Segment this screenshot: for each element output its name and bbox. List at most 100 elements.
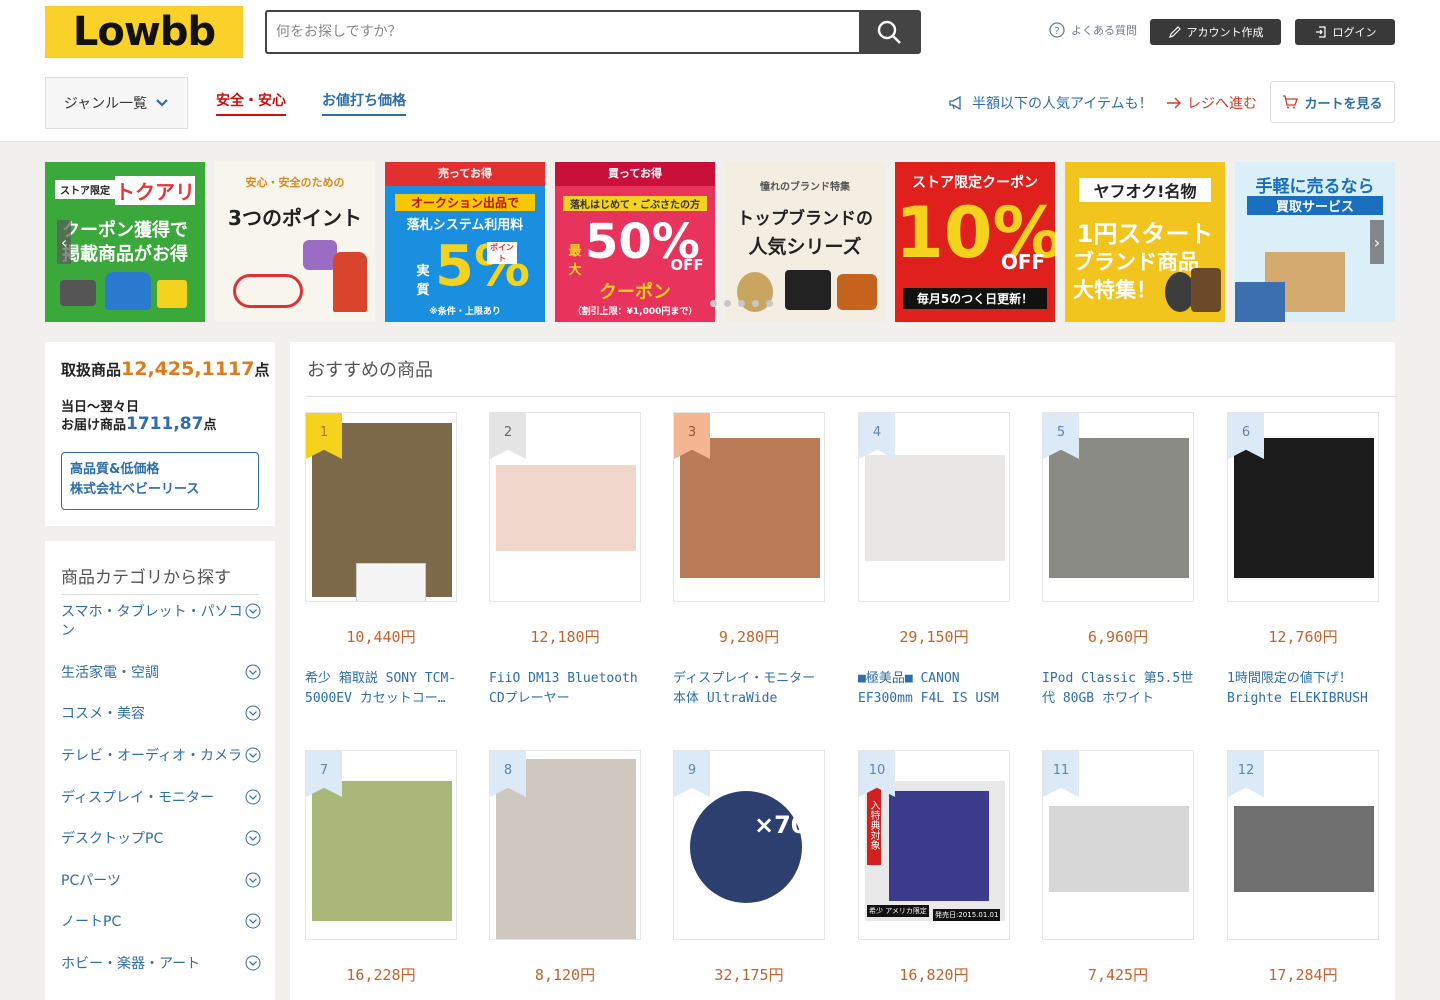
product-photo xyxy=(680,438,820,578)
purse-illustration xyxy=(303,240,337,270)
product-thumbnail[interactable]: 入特典対象 希少 アメリカ限定 発売日:2015.01.01 10 xyxy=(858,750,1010,940)
search-button[interactable] xyxy=(859,12,919,52)
faq-link[interactable]: ? よくある質問 xyxy=(1049,22,1137,38)
bag-illustration xyxy=(105,272,151,310)
product-card[interactable]: 4 29,150円 ■極美品■ CANON EF300mm F4L IS USM xyxy=(858,412,1010,706)
product-title[interactable]: FiiO DM13 Bluetooth CDプレーヤー xyxy=(489,669,641,709)
chevron-down-circle-icon xyxy=(245,705,261,721)
product-card[interactable]: 入特典対象 希少 アメリカ限定 発売日:2015.01.01 10 16,820円 xyxy=(858,750,1010,984)
banner-1yen-start[interactable]: ヤフオク!名物 1円スタート ブランド商品 大特集！ xyxy=(1065,162,1225,322)
product-price: 12,180円 xyxy=(530,628,600,646)
product-photo xyxy=(1049,806,1189,892)
category-item[interactable]: デスクトップPC xyxy=(61,830,261,849)
banner-sell-5pct[interactable]: 売ってお得 オークション出品で 落札システム利用料 実質 5% ポイント ※条件… xyxy=(385,162,545,322)
product-thumbnail[interactable]: 5 xyxy=(1042,412,1194,602)
banner-10pct-coupon[interactable]: ストア限定クーポン 10% OFF 毎月5のつく日更新！ xyxy=(895,162,1055,322)
category-item[interactable]: テレビ・オーディオ・カメラ xyxy=(61,747,261,766)
category-item[interactable]: ホビー・楽器・アート xyxy=(61,955,261,974)
category-item[interactable]: スマホ・タブレット・パソコン xyxy=(61,603,261,641)
category-item[interactable]: コスメ・美容 xyxy=(61,705,261,724)
product-thumbnail[interactable]: 3 xyxy=(673,412,825,602)
product-thumbnail[interactable]: 1 xyxy=(305,412,457,602)
category-item[interactable]: PCパーツ xyxy=(61,872,261,891)
category-label: ディスプレイ・モニター xyxy=(61,790,215,806)
nav-safety[interactable]: 安全・安心 xyxy=(216,90,286,116)
product-card[interactable]: 6 12,760円 1時間限定の値下げ！ Brighte ELEKIBRUSH xyxy=(1227,412,1379,706)
svg-text:?: ? xyxy=(1054,26,1059,37)
banner-top-brand[interactable]: 憧れのブランド特集 トップブランドの 人気シリーズ xyxy=(725,162,885,322)
banner-buy-50pct[interactable]: 買ってお得 落札はじめて・ごぶさたの方 最大 50% OFF クーポン （割引上… xyxy=(555,162,715,322)
register-link[interactable]: レジへ進む xyxy=(1166,93,1257,113)
category-item[interactable]: 生活家電・空調 xyxy=(61,664,261,683)
banner-safety-points[interactable]: 安心・安全のための 3つのポイント xyxy=(215,162,375,322)
product-thumbnail[interactable]: 6 xyxy=(1227,412,1379,602)
black-bag-illustration xyxy=(785,270,831,310)
recommend-section: おすすめの商品 1 10,440円希少 箱取説 SONY TCM-5000EV カ… xyxy=(290,342,1397,1000)
genre-dropdown[interactable]: ジャンル一覧 xyxy=(45,77,188,129)
product-title[interactable]: ディスプレイ・モニター本体 UltraWide xyxy=(673,669,825,709)
carousel-dot[interactable] xyxy=(752,300,759,307)
product-title[interactable]: 1時間限定の値下げ！ Brighte ELEKIBRUSH xyxy=(1227,669,1379,709)
category-item[interactable]: ディスプレイ・モニター xyxy=(61,789,261,808)
product-card[interactable]: 1 10,440円希少 箱取説 SONY TCM-5000EV カセットコーダー xyxy=(305,412,457,706)
section-heading: おすすめの商品 xyxy=(307,356,1397,397)
category-panel: 商品カテゴリから探す スマホ・タブレット・パソコン 生活家電・空調 コスメ・美容 テレ… xyxy=(45,541,275,1000)
product-card[interactable]: 5 6,960円 IPod Classic 第5.5世代 80GB ホワイト xyxy=(1042,412,1194,706)
product-thumbnail[interactable]: 2 xyxy=(489,412,641,602)
product-title[interactable]: IPod Classic 第5.5世代 80GB ホワイト xyxy=(1042,669,1194,709)
product-thumbnail[interactable]: 7 xyxy=(305,750,457,940)
product-card[interactable]: ×70 9 32,175円 xyxy=(673,750,825,984)
cart-button[interactable]: カートを見る xyxy=(1270,81,1395,123)
product-card[interactable]: 12 17,284円 xyxy=(1227,750,1379,984)
category-label: 生活家電・空調 xyxy=(61,665,159,681)
chevron-down-circle-icon xyxy=(245,664,261,680)
carousel-dot[interactable] xyxy=(766,300,773,307)
product-photo xyxy=(1234,806,1374,892)
delivery-products: お届け商品1711,87点 xyxy=(61,414,217,434)
category-item[interactable]: ノートPC xyxy=(61,913,261,932)
chevron-down-circle-icon xyxy=(245,872,261,888)
product-price: 10,440円 xyxy=(346,628,416,646)
product-card[interactable]: 8 8,120円 xyxy=(489,750,641,984)
badge-count: ×70 xyxy=(754,811,808,839)
carousel-next-button[interactable]: › xyxy=(1370,220,1384,264)
question-icon: ? xyxy=(1049,22,1065,38)
product-card[interactable]: 2 12,180円 FiiO DM13 Bluetooth CDプレーヤー xyxy=(489,412,641,706)
product-price: 29,150円 xyxy=(899,628,969,646)
product-thumbnail[interactable]: ×70 9 xyxy=(673,750,825,940)
clothes-illustration xyxy=(1235,282,1285,322)
megaphone-icon xyxy=(949,95,961,111)
product-price: 17,284円 xyxy=(1268,966,1338,984)
chevron-down-circle-icon xyxy=(245,789,261,805)
product-card[interactable]: 7 16,228円 xyxy=(305,750,457,984)
product-card[interactable]: 11 7,425円 xyxy=(1042,750,1194,984)
carousel-dot[interactable] xyxy=(738,300,745,307)
carousel-dot[interactable] xyxy=(710,300,717,307)
product-thumbnail[interactable]: 11 xyxy=(1042,750,1194,940)
nav-bargain[interactable]: お値打ち価格 xyxy=(322,90,406,116)
carousel-dot[interactable] xyxy=(724,300,731,307)
site-logo[interactable]: Lowbb xyxy=(45,6,243,58)
promo-link[interactable]: 半額以下の人気アイテムも！ xyxy=(948,93,1153,113)
company-link[interactable]: 高品質&低価格 株式会社ベビーリース xyxy=(61,452,259,510)
product-thumbnail[interactable]: 12 xyxy=(1227,750,1379,940)
site-header: Lowbb ? よくある質問 アカウント作成 ログイン ジャンル一覧 安全・安心… xyxy=(0,0,1440,142)
carousel-prev-button[interactable]: ‹ xyxy=(57,220,71,264)
banner-carousel: ストア限定 トクアリ クーポン獲得で 掲載商品がお得 安心・安全のための 3つの… xyxy=(45,162,1395,322)
product-card[interactable]: 3 9,280円 ディスプレイ・モニター本体 UltraWide xyxy=(673,412,825,706)
product-thumbnail[interactable]: 4 xyxy=(858,412,1010,602)
signup-button[interactable]: アカウント作成 xyxy=(1150,19,1281,45)
login-button[interactable]: ログイン xyxy=(1295,19,1395,45)
product-thumbnail[interactable]: 8 xyxy=(489,750,641,940)
orange-bag-illustration xyxy=(837,274,877,310)
rank-badge: 12 xyxy=(1228,751,1264,797)
search-icon xyxy=(877,20,901,44)
product-title[interactable]: ■極美品■ CANON EF300mm F4L IS USM xyxy=(858,669,1010,709)
stats-panel: 取扱商品12,425,1117点 当日〜翌々日 お届け商品1711,87点 高品… xyxy=(45,342,275,526)
search-input[interactable] xyxy=(267,12,859,52)
login-label: ログイン xyxy=(1332,26,1377,39)
category-label: コスメ・美容 xyxy=(61,706,145,722)
product-title[interactable]: 希少 箱取説 SONY TCM-5000EV カセットコーダー xyxy=(305,669,457,709)
chevron-down-circle-icon xyxy=(245,747,261,763)
card-caption-left: 希少 アメリカ限定 xyxy=(867,905,929,917)
